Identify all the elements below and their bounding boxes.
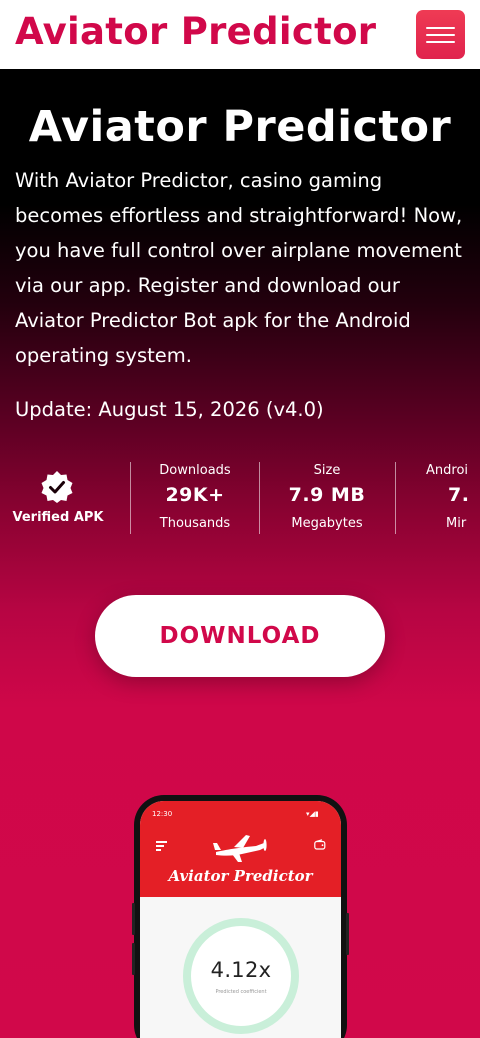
stat-unit: Megabytes: [291, 516, 363, 531]
stat-value: 7.: [448, 484, 470, 506]
download-button[interactable]: DOWNLOAD: [95, 595, 385, 677]
airplane-logo-icon: [213, 835, 267, 862]
verified-badge-icon: [41, 471, 73, 503]
phone-mockup: 12:30 ▾◢▮ Aviator Predictor 4.12x Predic…: [132, 795, 349, 1038]
verified-apk: Verified APK: [0, 460, 116, 536]
stat-label: Downloads: [159, 463, 231, 478]
predicted-coefficient: 4.12x: [210, 958, 272, 982]
status-time: 12:30: [152, 810, 173, 818]
stat-label: Size: [313, 463, 341, 478]
phone-side-button: [132, 903, 135, 935]
app-title: Aviator Predictor: [168, 867, 313, 885]
stat-unit: Mir: [446, 516, 467, 531]
wallet-icon: [314, 839, 326, 850]
verified-label: Verified APK: [12, 510, 104, 525]
coefficient-ring: 4.12x Predicted coefficient: [183, 918, 299, 1034]
phone-screen: 12:30 ▾◢▮ Aviator Predictor 4.12x Predic…: [140, 801, 341, 1038]
top-navbar: Aviator Predictor: [0, 0, 480, 69]
coefficient-label: Predicted coefficient: [215, 989, 267, 995]
stat-label: Androi: [426, 463, 469, 478]
stat-android: Androi 7. Mir: [399, 460, 480, 536]
phone-side-button: [346, 913, 349, 955]
hamburger-menu-icon: [426, 27, 455, 29]
stat-unit: Thousands: [159, 516, 231, 531]
stat-downloads: Downloads 29K+ Thousands: [128, 460, 262, 536]
signal-battery-icon: ▾◢▮: [306, 810, 319, 818]
stat-size: Size 7.9 MB Megabytes: [260, 460, 394, 536]
phone-side-button: [132, 943, 135, 975]
menu-icon-line: [426, 41, 455, 43]
stat-value: 7.9 MB: [288, 484, 366, 506]
app-body: 4.12x Predicted coefficient: [140, 897, 341, 1038]
stat-value: 29K+: [165, 484, 225, 506]
app-header: 12:30 ▾◢▮ Aviator Predictor: [140, 801, 341, 897]
hero-description: With Aviator Predictor, casino gaming be…: [15, 169, 463, 367]
menu-icon-line: [426, 34, 455, 36]
page-title: Aviator Predictor: [28, 102, 452, 152]
app-stats: Verified APK Downloads 29K+ Thousands Si…: [0, 460, 480, 536]
menu-button[interactable]: [416, 10, 465, 59]
stat-divider: [395, 462, 396, 534]
app-menu-icon: [156, 841, 167, 851]
update-info: Update: August 15, 2026 (v4.0): [15, 398, 324, 421]
site-brand[interactable]: Aviator Predictor: [15, 10, 376, 53]
